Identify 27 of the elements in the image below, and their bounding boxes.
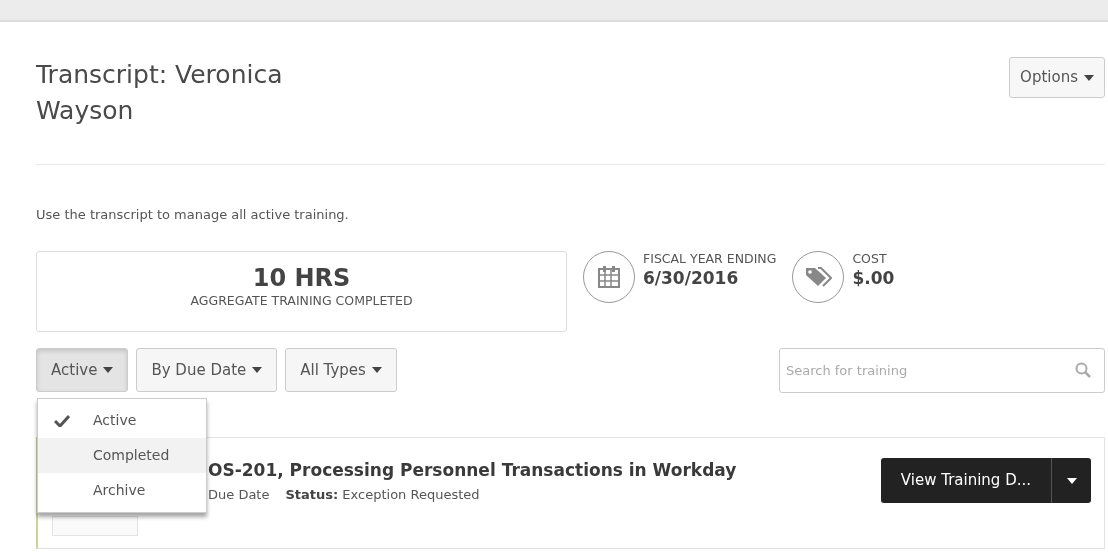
intro-text: Use the transcript to manage all active training. [36,206,350,224]
check-icon [54,413,70,427]
menu-item[interactable]: Archive [38,472,206,508]
filter-dropdown[interactable]: Active [36,347,129,392]
caret-icon [103,367,114,373]
hours-value: 10 HRS [251,263,352,293]
cost-label: COST [852,250,888,266]
training-title[interactable]: OS-201, Processing Personnel Transactions in Workday [208,457,737,483]
status-text: Status: Exception Requested [285,486,480,504]
cost-value: $.00 [852,266,895,290]
filter-dropdown[interactable]: All Types [285,347,397,392]
search-icon [1075,361,1091,378]
filter-dropdown[interactable]: By Due Date [136,347,278,392]
fiscal-label: FISCAL YEAR ENDING [643,250,777,266]
view-training-button[interactable]: View Training D... [880,457,1051,503]
fiscal-value: 6/30/2016 [643,266,740,290]
caret-icon [1084,74,1094,81]
menu-item[interactable]: Active [38,402,206,438]
due-date-text: Due Date [208,486,270,504]
search-field[interactable]: Search for training [779,347,1105,393]
action-menu-toggle[interactable] [1051,457,1091,503]
page-title: Transcript: Veronica Wayson [36,59,284,128]
caret-icon [371,367,382,373]
caret-icon [252,367,263,373]
options-button[interactable]: Options [1009,57,1105,98]
hours-label: AGGREGATE TRAINING COMPLETED [189,292,414,311]
menu-item[interactable]: Completed [38,437,206,473]
